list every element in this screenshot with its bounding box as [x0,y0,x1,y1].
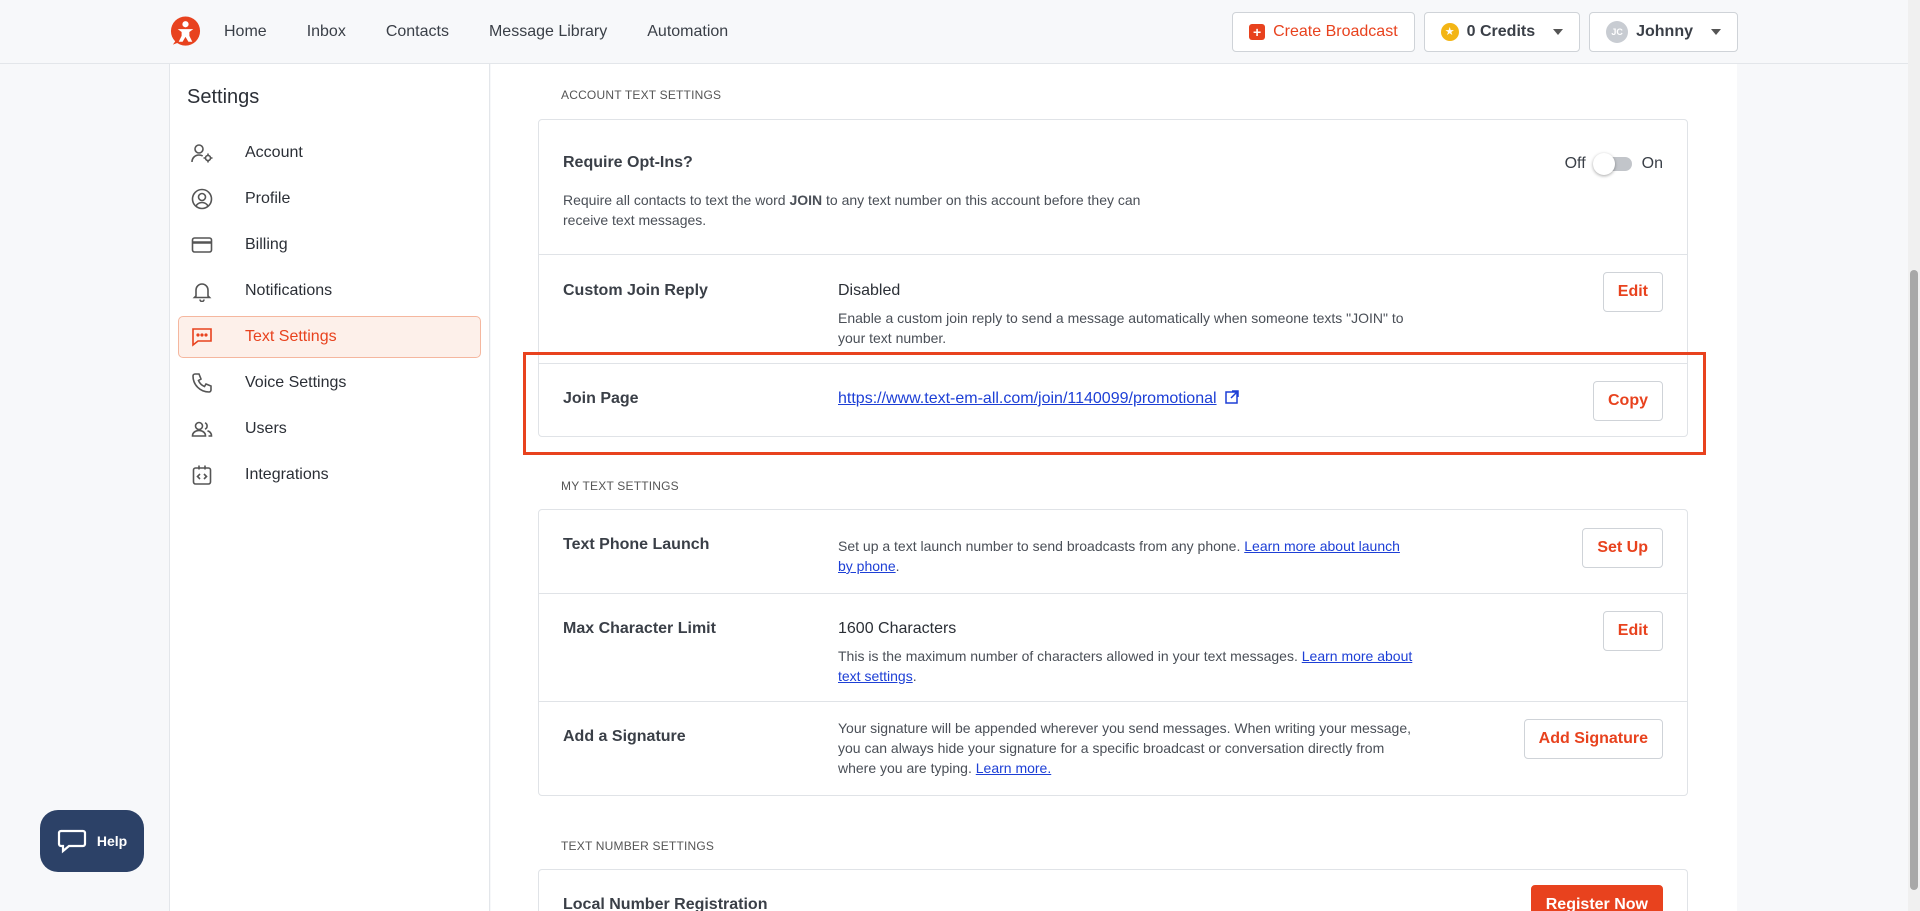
opt-in-toggle[interactable] [1592,153,1632,175]
plus-icon: + [1249,24,1266,40]
phone-icon [189,370,215,396]
signature-row: Add a Signature Your signature will be a… [539,702,1687,795]
user-name: Johnny [1636,23,1693,40]
add-signature-button[interactable]: Add Signature [1523,719,1663,759]
max-character-limit-value: 1600 Characters [838,620,957,637]
nav-inbox[interactable]: Inbox [307,23,346,41]
main-nav: Home Inbox Contacts Message Library Auto… [224,0,728,64]
max-character-limit-label: Max Character Limit [563,620,716,637]
chat-bubble-icon [57,829,86,854]
toggle-off-label: Off [1564,155,1586,172]
credits-dropdown[interactable]: ★ 0 Credits [1423,12,1581,52]
sidebar-item-users[interactable]: Users [178,408,481,450]
sidebar-item-label: Billing [245,236,288,253]
join-page-highlight [523,352,1706,455]
main-content: ACCOUNT TEXT SETTINGS Require Opt-Ins? O… [491,64,1737,911]
sidebar-item-label: Profile [245,190,291,207]
sidebar-item-billing[interactable]: Billing [178,224,481,266]
sidebar-item-integrations[interactable]: Integrations [178,454,481,496]
register-now-button[interactable]: Register Now [1530,885,1663,911]
edit-join-reply-button[interactable]: Edit [1602,272,1663,312]
sidebar-item-voice-settings[interactable]: Voice Settings [178,362,481,404]
max-character-limit-row: Max Character Limit 1600 Characters This… [539,594,1687,702]
text-phone-launch-description: Set up a text launch number to send broa… [838,538,1400,574]
settings-sidebar: Settings Account Profile Billing Notific… [169,64,490,911]
sidebar-item-text-settings[interactable]: Text Settings [178,316,481,358]
local-number-registration-label: Local Number Registration [563,896,768,911]
set-up-launch-button[interactable]: Set Up [1582,528,1663,568]
text-number-settings-heading: TEXT NUMBER SETTINGS [561,839,715,853]
sidebar-item-profile[interactable]: Profile [178,178,481,220]
chat-icon [189,324,215,350]
sidebar-item-label: Integrations [245,466,329,483]
caret-down-icon [1711,29,1721,35]
scrollbar-thumb[interactable] [1910,270,1918,890]
sidebar-item-label: Notifications [245,282,333,299]
custom-join-reply-label: Custom Join Reply [563,282,708,299]
credit-card-icon [189,232,215,258]
brand-logo-icon[interactable] [169,15,202,49]
text-number-settings-card: Local Number Registration Register Now [538,869,1688,911]
signature-description: Your signature will be appended wherever… [838,720,1412,776]
help-button[interactable]: Help [40,810,144,872]
account-text-settings-heading: ACCOUNT TEXT SETTINGS [561,88,722,102]
bell-icon [189,278,215,304]
sidebar-item-account[interactable]: Account [178,132,481,174]
create-broadcast-button[interactable]: + Create Broadcast [1232,12,1415,52]
my-text-settings-card: Text Phone Launch Set up a text launch n… [538,509,1688,796]
caret-down-icon [1553,29,1564,35]
edit-max-character-button[interactable]: Edit [1602,611,1663,651]
custom-join-reply-description: Enable a custom join reply to send a mes… [838,310,1404,346]
user-menu-dropdown[interactable]: JC Johnny [1589,12,1738,52]
user-circle-icon [189,186,215,212]
opt-in-label: Require Opt-Ins? [563,154,693,171]
sidebar-item-label: Text Settings [245,328,337,345]
opt-in-description: Require all contacts to text the word JO… [563,192,1141,228]
custom-join-reply-row: Custom Join Reply Disabled Enable a cust… [539,255,1687,364]
credits-label: 0 Credits [1466,23,1536,40]
sidebar-item-label: Users [245,420,287,437]
text-phone-launch-row: Text Phone Launch Set up a text launch n… [539,510,1687,594]
nav-home[interactable]: Home [224,23,267,41]
users-icon [189,416,215,442]
nav-message-library[interactable]: Message Library [489,23,607,41]
avatar: JC [1606,21,1629,43]
sidebar-item-notifications[interactable]: Notifications [178,270,481,312]
opt-in-row: Require Opt-Ins? Off On Require all cont… [539,120,1687,255]
sidebar-title: Settings [187,86,260,108]
my-text-settings-heading: MY TEXT SETTINGS [561,479,679,493]
custom-join-reply-value: Disabled [838,282,901,299]
nav-automation[interactable]: Automation [647,23,728,41]
opt-in-toggle-group: Off On [1564,153,1663,175]
help-label: Help [96,833,128,849]
text-phone-launch-label: Text Phone Launch [563,536,710,553]
sidebar-item-label: Voice Settings [245,374,347,391]
toggle-on-label: On [1641,155,1663,172]
nav-contacts[interactable]: Contacts [386,23,449,41]
code-icon [189,462,215,488]
coin-icon: ★ [1440,23,1459,41]
learn-more-signature-link[interactable]: Learn more. [976,760,1051,776]
sidebar-item-label: Account [245,144,303,161]
create-broadcast-label: Create Broadcast [1273,23,1398,40]
user-gear-icon [189,140,215,166]
top-nav: Home Inbox Contacts Message Library Auto… [0,0,1920,64]
page-scrollbar[interactable] [1908,0,1920,911]
signature-label: Add a Signature [563,728,686,745]
max-character-limit-description: This is the maximum number of characters… [838,648,1413,684]
